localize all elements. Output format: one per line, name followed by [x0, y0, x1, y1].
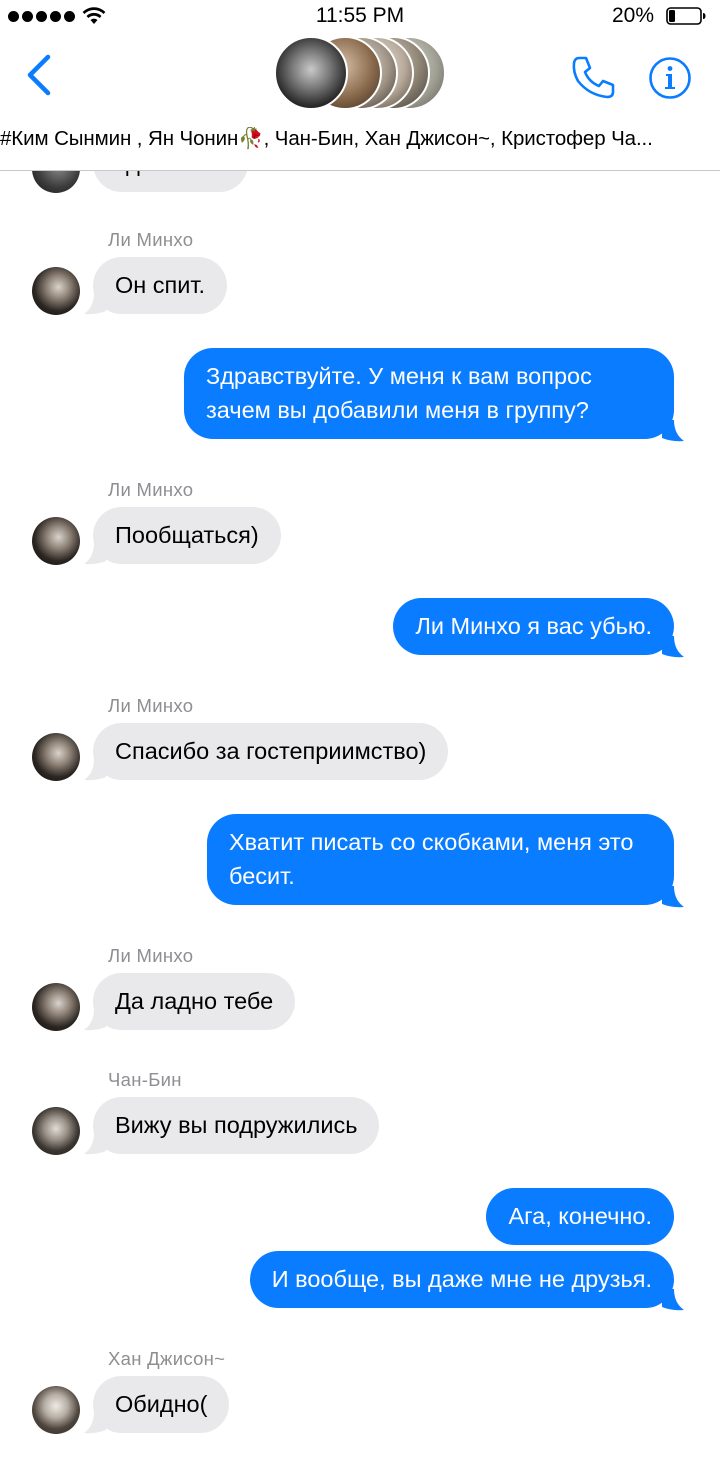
incoming-message-bubble[interactable]: Да ладно тебе: [93, 973, 296, 1030]
chevron-left-icon[interactable]: [22, 52, 58, 98]
incoming-message-bubble[interactable]: Обидно(: [93, 1376, 230, 1433]
battery-icon: [666, 7, 706, 25]
incoming-message-bubble[interactable]: Пообщаться): [93, 507, 281, 564]
incoming-message-bubble[interactable]: Он спит.: [93, 257, 228, 314]
sender-name: Ли Минхо: [108, 945, 194, 966]
group-avatar-stack[interactable]: [272, 34, 452, 114]
message-thread: Где Хван? Ли Минхо Он спит. Здравствуйте…: [0, 171, 720, 1468]
sender-name: Хан Джисон~: [108, 1348, 226, 1369]
avatar[interactable]: [32, 1386, 80, 1434]
battery-percent: 20%: [611, 4, 654, 27]
avatar[interactable]: [32, 517, 80, 565]
outgoing-message-bubble[interactable]: И вообще, вы даже мне не друзья.: [249, 1251, 674, 1308]
incoming-message-bubble[interactable]: Вижу вы подружились: [93, 1097, 380, 1154]
outgoing-message-bubble[interactable]: Здравствуйте. У меня к вам вопрос зачем …: [184, 348, 674, 439]
avatar[interactable]: [32, 267, 80, 315]
incoming-message-bubble[interactable]: Спасибо за гостеприимство): [93, 723, 449, 780]
outgoing-message-bubble[interactable]: Ага, конечно.: [486, 1188, 674, 1245]
incoming-message-bubble[interactable]: Где Хван?: [93, 171, 249, 192]
participants-list[interactable]: #Ким Сынмин , Ян Чонин🥀, Чан-Бин, Хан Дж…: [0, 127, 712, 151]
sender-name: Чан-Бин: [108, 1069, 182, 1090]
member-avatar: [274, 36, 348, 110]
outgoing-message-bubble[interactable]: Хватит писать со скобками, меня это беси…: [207, 814, 674, 905]
avatar[interactable]: [32, 733, 80, 781]
sender-name: Ли Минхо: [108, 229, 194, 250]
status-bar: 11:55 PM 20%: [0, 0, 720, 34]
phone-icon[interactable]: [570, 54, 618, 100]
avatar[interactable]: [32, 1107, 80, 1155]
sender-name: Ли Минхо: [108, 479, 194, 500]
avatar[interactable]: [32, 171, 80, 193]
info-icon[interactable]: [648, 56, 692, 100]
avatar[interactable]: [32, 983, 80, 1031]
conversation-header: #Ким Сынмин , Ян Чонин🥀, Чан-Бин, Хан Дж…: [0, 34, 720, 171]
sender-name: Ли Минхо: [108, 695, 194, 716]
outgoing-message-bubble[interactable]: Ли Минхо я вас убью.: [393, 598, 674, 655]
